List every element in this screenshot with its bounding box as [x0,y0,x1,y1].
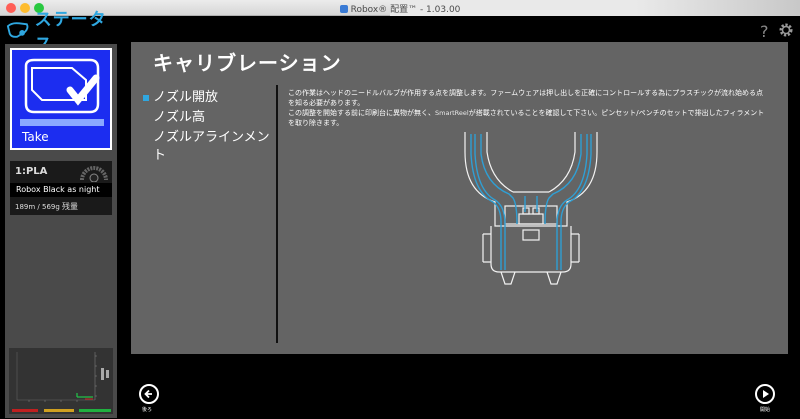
sidebar-panel: Take 1:PLA Robox Black as night 189m / 5… [5,44,117,418]
gear-icon[interactable] [778,22,794,38]
filament-name: Robox Black as night [10,183,112,197]
window-titlebar: Robox® 配置™ - 1.03.00 [0,0,800,16]
status-brand: ステータス [6,10,120,55]
main-area: ? キャリブレーション ノズル開放 ノズル高 ノズルアラインメント この作業はヘ… [120,16,800,419]
back-label: 後ろ [142,407,153,413]
legend-ambient [44,409,74,412]
sidebar: ステータス Take 1:PLA Robox Black as night 18… [0,10,120,419]
robox-logo-icon [6,22,29,38]
app-icon [339,5,348,13]
active-step-marker [143,95,149,101]
printer-name: Take [22,130,49,144]
start-label: 開始 [760,407,771,413]
instructions-text: この作業はヘッドのニードルバルブが作用する点を調整します。ファームウェアは押し出… [288,89,765,127]
step-nozzle-alignment[interactable]: ノズルアラインメント [141,129,276,163]
legend-nozzle [12,409,38,412]
calibration-panel: キャリブレーション ノズル開放 ノズル高 ノズルアラインメント この作業はヘッド… [131,42,788,354]
help-icon[interactable]: ? [760,22,774,41]
filament-remaining: 189m / 569g 残量 [15,202,79,211]
step-nozzle-height[interactable]: ノズル高 [141,109,276,129]
back-button[interactable] [139,384,159,404]
temperature-chart [16,352,109,402]
temperature-graph [9,348,113,414]
play-icon [763,390,769,398]
vertical-divider [276,85,278,343]
start-button[interactable] [755,384,775,404]
window-title: Robox® 配置™ - 1.03.00 [0,2,800,15]
calibration-steps: ノズル開放 ノズル高 ノズルアラインメント [141,89,276,163]
arrow-left-icon [144,389,152,399]
printer-progress-bar [20,119,104,126]
page-title: キャリブレーション [153,51,342,75]
printer-card[interactable]: Take [10,48,112,150]
step-nozzle-opening[interactable]: ノズル開放 [141,89,276,109]
printer-icon [24,58,100,114]
reel-gauge-icon [80,166,108,182]
filament-slot: 1:PLA [15,166,48,177]
print-head-diagram [464,132,598,285]
filament-card[interactable]: 1:PLA Robox Black as night 189m / 569g 残… [10,161,112,215]
legend-bed [79,409,111,412]
